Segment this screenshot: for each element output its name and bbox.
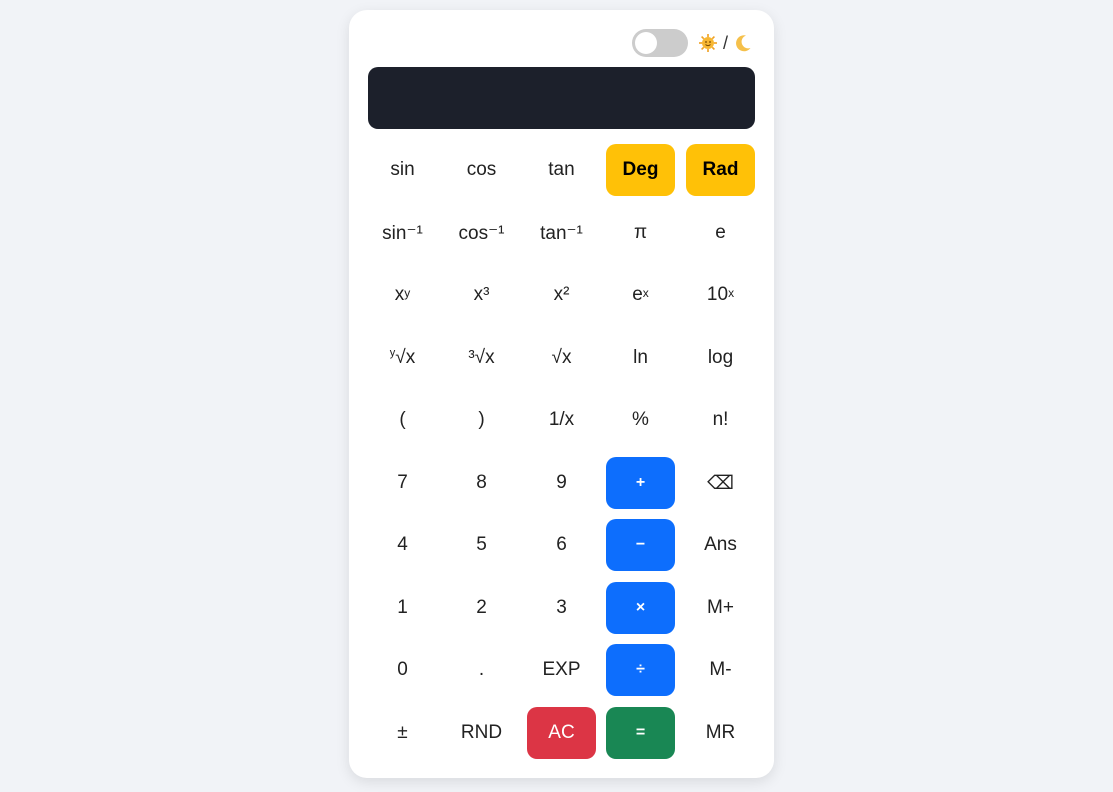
atan-button[interactable]: tan⁻¹ [527, 207, 596, 259]
digit-9-button[interactable]: 9 [527, 457, 596, 509]
ten-power-button[interactable]: 10 x [686, 269, 755, 321]
moon-emoji-icon [733, 33, 753, 53]
cube-button[interactable]: x³ [447, 269, 516, 321]
digit-6-button[interactable]: 6 [527, 519, 596, 571]
plus-minus-button[interactable]: ± [368, 707, 437, 759]
asin-button[interactable]: sin⁻¹ [368, 207, 437, 259]
theme-separator: / [722, 32, 728, 53]
square-button[interactable]: x² [527, 269, 596, 321]
theme-switcher: / [631, 29, 753, 57]
all-clear-button[interactable]: AC [527, 707, 596, 759]
deg-mode-button[interactable]: Deg [606, 144, 675, 196]
digit-4-button[interactable]: 4 [368, 519, 437, 571]
power-exponent: y [404, 286, 411, 300]
digit-3-button[interactable]: 3 [527, 582, 596, 634]
sun-emoji-icon [698, 33, 718, 53]
multiply-button[interactable]: × [606, 582, 675, 634]
yroot-index: y [389, 347, 396, 359]
toggle-knob [634, 32, 657, 54]
percent-button[interactable]: % [606, 394, 675, 446]
e-constant-button[interactable]: e [686, 207, 755, 259]
factorial-button[interactable]: n! [686, 394, 755, 446]
ten-exponent: x [728, 286, 735, 300]
theme-label: / [698, 33, 753, 54]
add-button[interactable]: + [606, 457, 675, 509]
right-paren-button[interactable]: ) [447, 394, 516, 446]
calculator-panel: / sin cos tan Deg Rad sin⁻¹ cos⁻¹ tan⁻¹ … [349, 10, 774, 778]
log-button[interactable]: log [686, 332, 755, 384]
digit-2-button[interactable]: 2 [447, 582, 516, 634]
equals-button[interactable]: = [606, 707, 675, 759]
digit-7-button[interactable]: 7 [368, 457, 437, 509]
decimal-point-button[interactable]: . [447, 644, 516, 696]
digit-0-button[interactable]: 0 [368, 644, 437, 696]
random-button[interactable]: RND [447, 707, 516, 759]
cos-button[interactable]: cos [447, 144, 516, 196]
power-base: x [394, 284, 405, 305]
exp-base: e [632, 284, 643, 305]
reciprocal-button[interactable]: 1/x [527, 394, 596, 446]
backspace-icon: ⌫ [707, 472, 734, 494]
theme-toggle-switch[interactable] [631, 29, 688, 57]
backspace-button[interactable]: ⌫ [686, 457, 755, 509]
acos-button[interactable]: cos⁻¹ [447, 207, 516, 259]
memory-subtract-button[interactable]: M- [686, 644, 755, 696]
yroot-button[interactable]: y √x [368, 332, 437, 384]
cube-root-button[interactable]: ³√x [447, 332, 516, 384]
ans-button[interactable]: Ans [686, 519, 755, 571]
sqrt-button[interactable]: √x [527, 332, 596, 384]
divide-button[interactable]: ÷ [606, 644, 675, 696]
digit-5-button[interactable]: 5 [447, 519, 516, 571]
digit-1-button[interactable]: 1 [368, 582, 437, 634]
exp-exponent: x [642, 286, 649, 300]
rad-mode-button[interactable]: Rad [686, 144, 755, 196]
digit-8-button[interactable]: 8 [447, 457, 516, 509]
pi-button[interactable]: π [606, 207, 675, 259]
ten-base: 10 [706, 284, 729, 305]
power-button[interactable]: xy [368, 269, 437, 321]
subtract-button[interactable]: − [606, 519, 675, 571]
yroot-main: √x [395, 347, 416, 368]
calculator-display [368, 67, 755, 129]
left-paren-button[interactable]: ( [368, 394, 437, 446]
sin-button[interactable]: sin [368, 144, 437, 196]
memory-recall-button[interactable]: MR [686, 707, 755, 759]
ln-button[interactable]: ln [606, 332, 675, 384]
tan-button[interactable]: tan [527, 144, 596, 196]
exp-power-button[interactable]: ex [606, 269, 675, 321]
exp-notation-button[interactable]: EXP [527, 644, 596, 696]
memory-add-button[interactable]: M+ [686, 582, 755, 634]
